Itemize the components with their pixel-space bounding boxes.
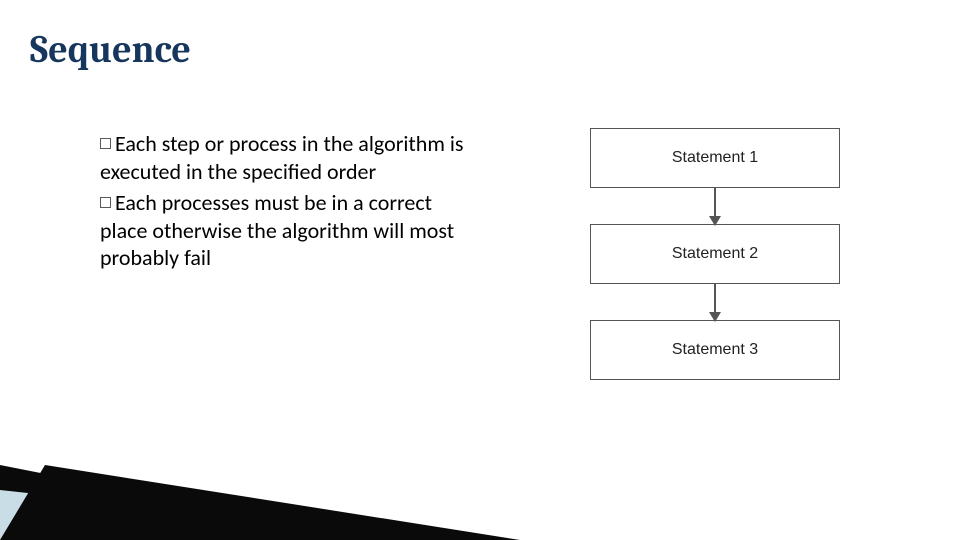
slide-decoration bbox=[0, 430, 520, 540]
bullet-text: Each step or process in the algorithm is… bbox=[100, 130, 464, 185]
diagram-box: Statement 1 bbox=[590, 128, 840, 188]
diagram-box: Statement 2 bbox=[590, 224, 840, 284]
arrow-down-icon bbox=[714, 284, 716, 320]
square-bullet-icon bbox=[100, 197, 111, 208]
bullet-item: Each processes must be in a correct plac… bbox=[100, 189, 470, 272]
diagram-box: Statement 3 bbox=[590, 320, 840, 380]
slide-title: Sequence bbox=[30, 28, 191, 72]
sequence-diagram: Statement 1 Statement 2 Statement 3 bbox=[530, 128, 900, 380]
bullet-list: Each step or process in the algorithm is… bbox=[100, 130, 470, 276]
square-bullet-icon bbox=[100, 138, 111, 149]
arrow-down-icon bbox=[714, 188, 716, 224]
bullet-item: Each step or process in the algorithm is… bbox=[100, 130, 470, 185]
bullet-text: Each processes must be in a correct plac… bbox=[100, 189, 454, 271]
